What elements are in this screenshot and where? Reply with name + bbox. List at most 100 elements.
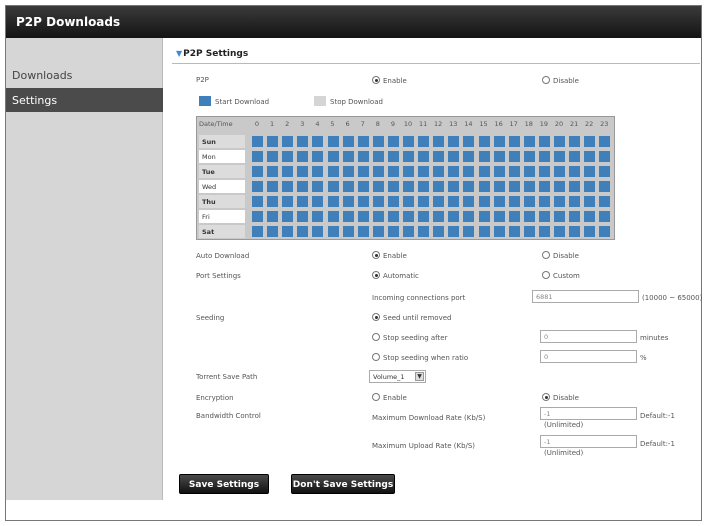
schedule-cell[interactable] (372, 196, 384, 207)
schedule-cell[interactable] (538, 166, 550, 177)
schedule-cell[interactable] (312, 181, 324, 192)
schedule-hour-header[interactable]: 20 (552, 120, 566, 128)
schedule-cell[interactable] (267, 196, 279, 207)
schedule-cell[interactable] (599, 166, 611, 177)
schedule-cell[interactable] (372, 151, 384, 162)
schedule-cell[interactable] (584, 226, 596, 237)
schedule-cell[interactable] (312, 196, 324, 207)
schedule-hour-header[interactable]: 13 (446, 120, 460, 128)
schedule-cell[interactable] (508, 211, 520, 222)
schedule-cell[interactable] (267, 226, 279, 237)
schedule-cell[interactable] (523, 166, 535, 177)
schedule-day-label[interactable]: Fri (199, 210, 245, 223)
schedule-cell[interactable] (342, 226, 354, 237)
schedule-cell[interactable] (282, 151, 294, 162)
schedule-cell[interactable] (357, 181, 369, 192)
schedule-hour-header[interactable]: 17 (507, 120, 521, 128)
schedule-cell[interactable] (403, 196, 414, 207)
schedule-cell[interactable] (478, 151, 490, 162)
section-header[interactable]: ▼P2P Settings (176, 49, 248, 59)
schedule-cell[interactable] (508, 136, 520, 147)
schedule-cell[interactable] (448, 226, 460, 237)
schedule-day-label[interactable]: Sun (199, 135, 245, 148)
start-download-swatch[interactable] (199, 96, 211, 106)
schedule-cell[interactable] (252, 166, 263, 177)
schedule-cell[interactable] (538, 136, 550, 147)
schedule-cell[interactable] (252, 211, 263, 222)
schedule-cell[interactable] (267, 166, 279, 177)
schedule-cell[interactable] (403, 226, 414, 237)
schedule-hour-header[interactable]: 18 (522, 120, 536, 128)
schedule-cell[interactable] (282, 226, 294, 237)
schedule-cell[interactable] (463, 181, 475, 192)
schedule-hour-header[interactable]: 0 (250, 120, 264, 128)
schedule-cell[interactable] (403, 211, 414, 222)
port-custom-radio[interactable] (542, 271, 550, 279)
schedule-cell[interactable] (433, 196, 445, 207)
schedule-cell[interactable] (267, 136, 279, 147)
schedule-hour-header[interactable]: 6 (341, 120, 355, 128)
schedule-cell[interactable] (312, 136, 324, 147)
p2p-enable-radio[interactable] (372, 76, 380, 84)
schedule-cell[interactable] (403, 166, 414, 177)
schedule-cell[interactable] (523, 226, 535, 237)
save-settings-button[interactable]: Save Settings (179, 474, 269, 494)
schedule-cell[interactable] (433, 151, 445, 162)
schedule-cell[interactable] (418, 136, 430, 147)
schedule-cell[interactable] (538, 181, 550, 192)
schedule-cell[interactable] (357, 151, 369, 162)
schedule-cell[interactable] (538, 226, 550, 237)
schedule-hour-header[interactable]: 3 (295, 120, 309, 128)
schedule-cell[interactable] (418, 166, 430, 177)
stop-seeding-ratio-field[interactable]: 0 (540, 350, 637, 363)
schedule-cell[interactable] (387, 226, 399, 237)
encryption-disable-radio[interactable] (542, 393, 550, 401)
stop-seeding-ratio-radio[interactable] (372, 353, 380, 361)
p2p-disable-radio[interactable] (542, 76, 550, 84)
schedule-cell[interactable] (327, 196, 339, 207)
schedule-cell[interactable] (403, 151, 414, 162)
schedule-cell[interactable] (403, 181, 414, 192)
schedule-cell[interactable] (312, 151, 324, 162)
schedule-cell[interactable] (387, 151, 399, 162)
schedule-cell[interactable] (357, 211, 369, 222)
schedule-cell[interactable] (267, 151, 279, 162)
schedule-cell[interactable] (493, 226, 505, 237)
schedule-day-label[interactable]: Thu (199, 195, 245, 208)
schedule-day-label[interactable]: Tue (199, 165, 245, 178)
schedule-cell[interactable] (463, 196, 475, 207)
schedule-hour-header[interactable]: 16 (492, 120, 506, 128)
schedule-cell[interactable] (523, 151, 535, 162)
schedule-cell[interactable] (357, 136, 369, 147)
stop-seeding-after-field[interactable]: 0 (540, 330, 637, 343)
schedule-cell[interactable] (463, 166, 475, 177)
schedule-cell[interactable] (252, 136, 263, 147)
schedule-cell[interactable] (523, 196, 535, 207)
schedule-hour-header[interactable]: 21 (567, 120, 581, 128)
stop-download-swatch[interactable] (314, 96, 326, 106)
schedule-cell[interactable] (282, 196, 294, 207)
schedule-cell[interactable] (463, 136, 475, 147)
schedule-cell[interactable] (584, 181, 596, 192)
schedule-cell[interactable] (478, 211, 490, 222)
schedule-cell[interactable] (252, 196, 263, 207)
schedule-cell[interactable] (297, 196, 309, 207)
schedule-cell[interactable] (493, 211, 505, 222)
schedule-hour-header[interactable]: 19 (537, 120, 551, 128)
torrent-save-path-select[interactable]: Volume_1 ▼ (369, 370, 426, 383)
schedule-cell[interactable] (418, 151, 430, 162)
schedule-cell[interactable] (342, 211, 354, 222)
schedule-cell[interactable] (448, 166, 460, 177)
schedule-cell[interactable] (508, 151, 520, 162)
schedule-cell[interactable] (312, 226, 324, 237)
schedule-cell[interactable] (584, 166, 596, 177)
schedule-cell[interactable] (448, 151, 460, 162)
schedule-cell[interactable] (418, 226, 430, 237)
schedule-cell[interactable] (327, 181, 339, 192)
schedule-hour-header[interactable]: 5 (326, 120, 340, 128)
schedule-cell[interactable] (357, 196, 369, 207)
schedule-cell[interactable] (478, 166, 490, 177)
schedule-cell[interactable] (569, 211, 581, 222)
schedule-cell[interactable] (478, 196, 490, 207)
schedule-cell[interactable] (297, 151, 309, 162)
